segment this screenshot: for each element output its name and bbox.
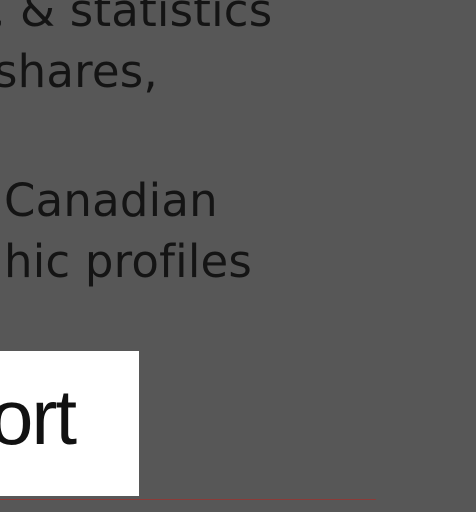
report-button-label: ort <box>0 373 77 461</box>
divider <box>0 499 376 500</box>
description-line-2: shares, <box>0 45 158 98</box>
description-line-1: , & statistics <box>0 0 273 37</box>
description-line-4: hic profiles <box>4 235 253 288</box>
description-line-3: Canadian <box>4 174 218 227</box>
